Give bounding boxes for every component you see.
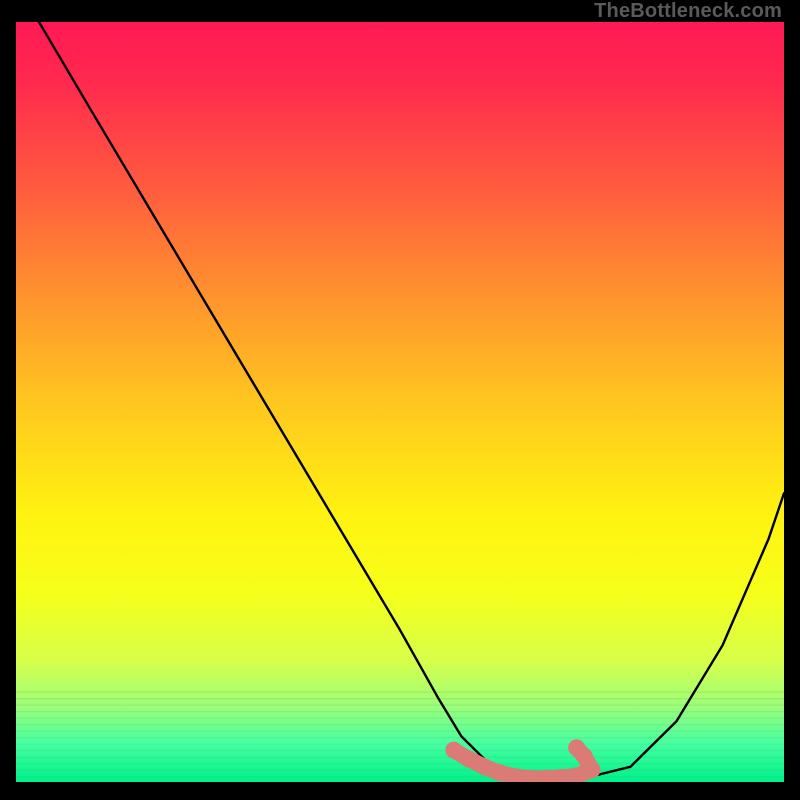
highlight-markers <box>445 739 600 782</box>
primary-curve <box>39 22 784 778</box>
chart-frame: TheBottleneck.com <box>0 0 800 800</box>
chart-svg <box>16 22 784 782</box>
plot-area <box>16 22 784 782</box>
gradient-banding <box>16 692 784 778</box>
watermark-text: TheBottleneck.com <box>594 0 782 23</box>
